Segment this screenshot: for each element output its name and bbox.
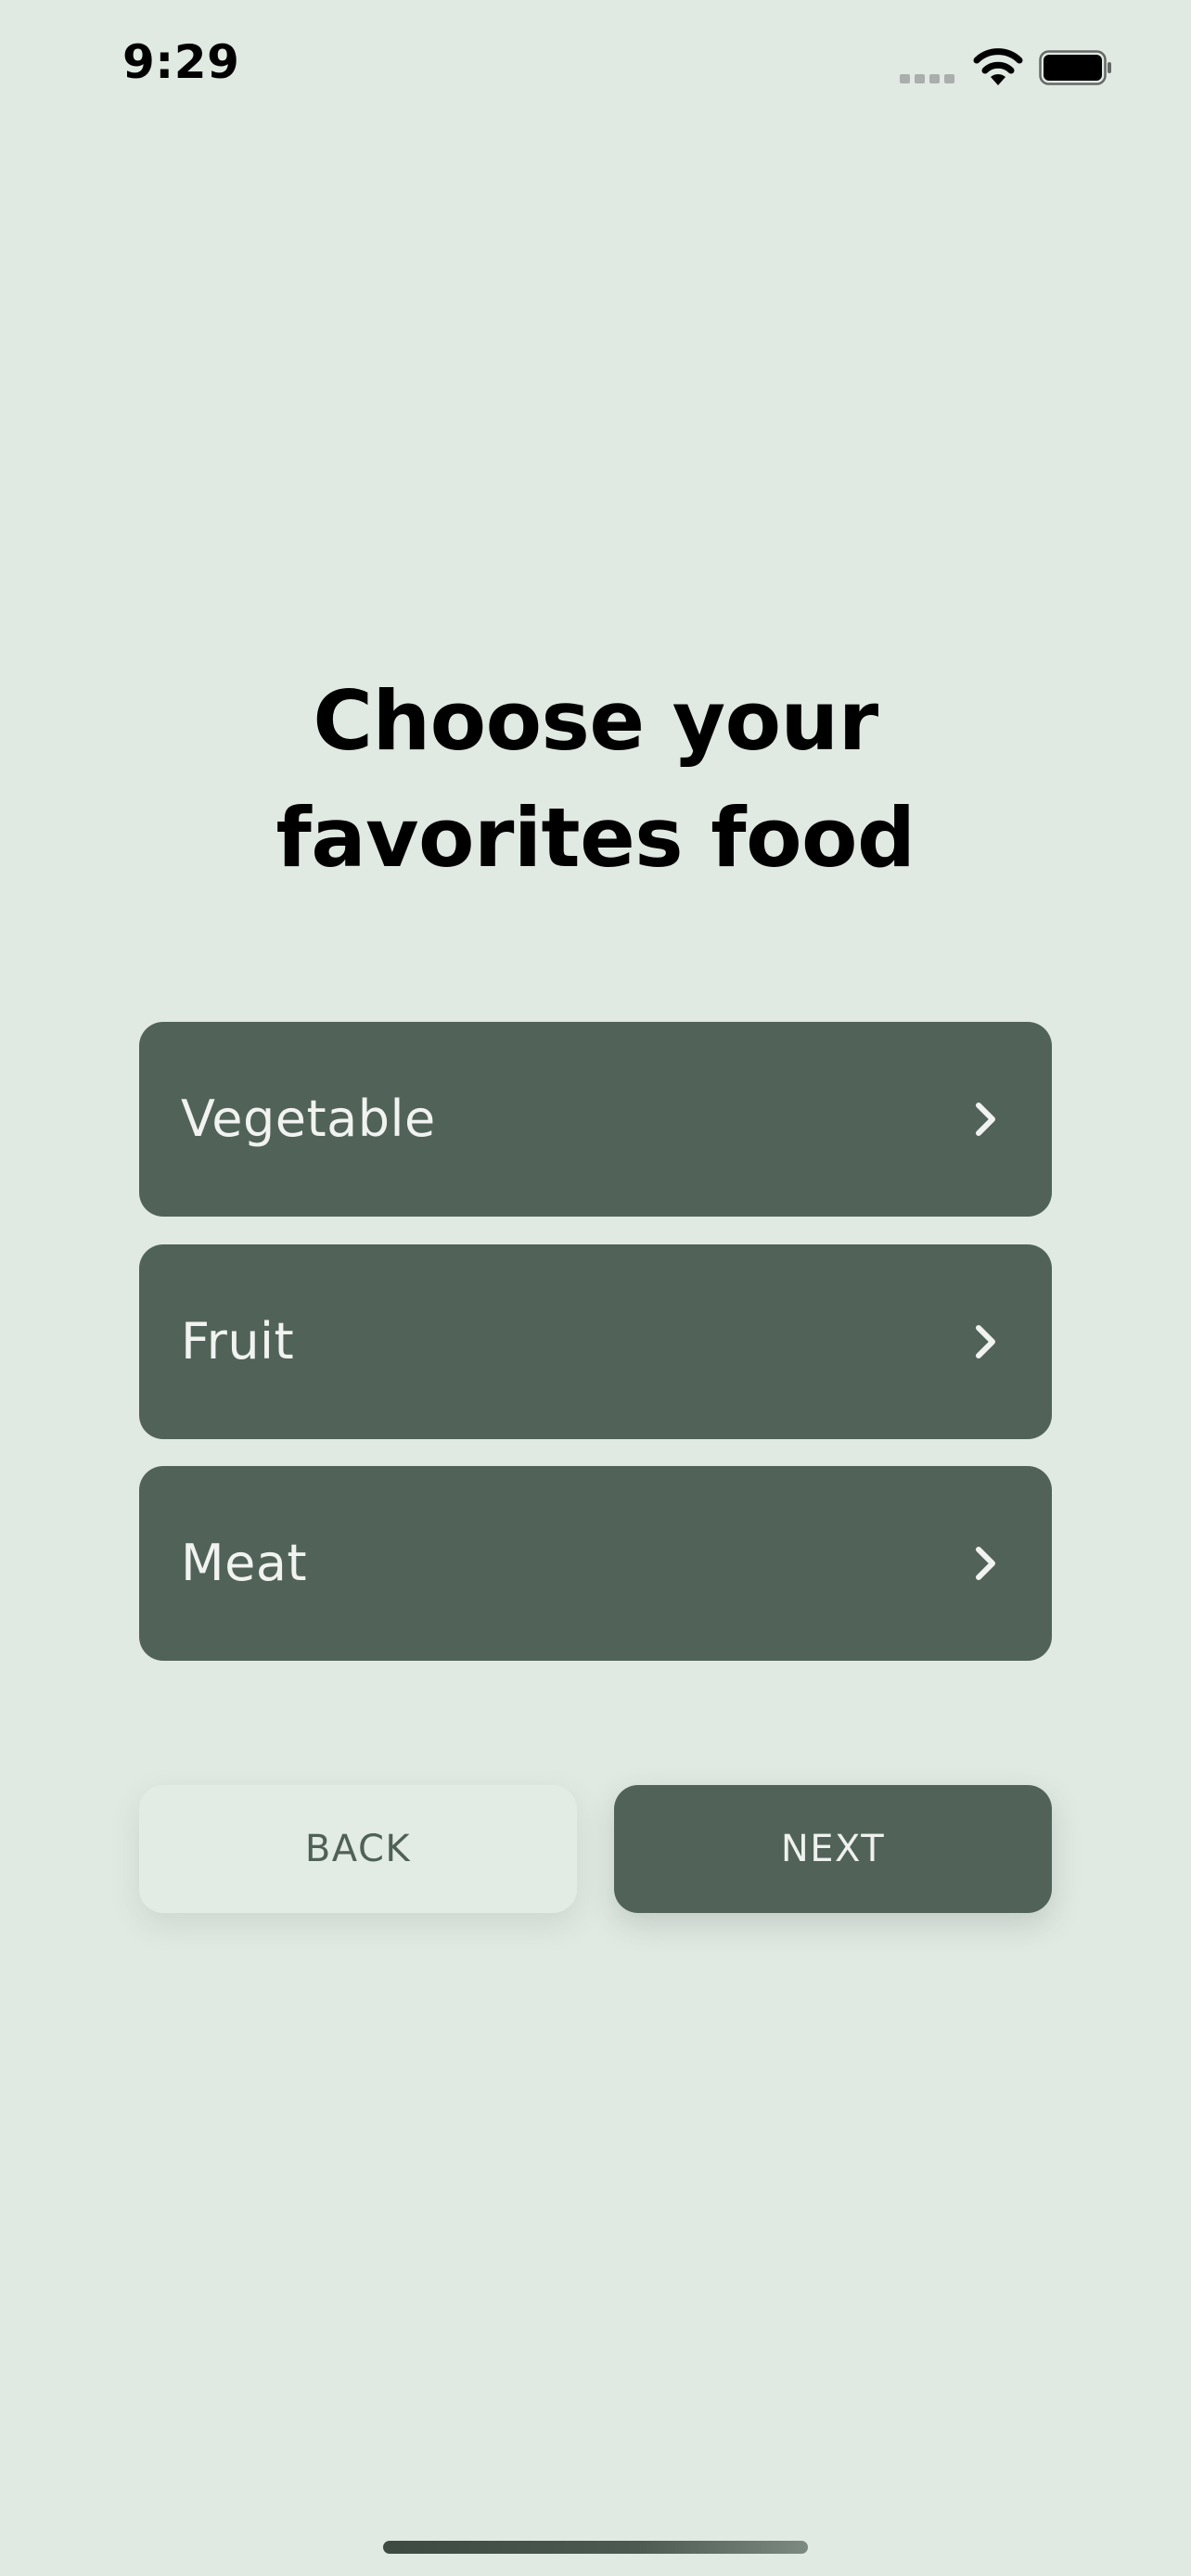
food-preference-screen: 9:29 Choose your favorites food Vegetabl… bbox=[0, 0, 1191, 2576]
option-label: Meat bbox=[181, 1534, 308, 1592]
option-vegetable[interactable]: Vegetable bbox=[139, 1022, 1052, 1217]
status-time: 9:29 bbox=[122, 35, 240, 89]
chevron-right-icon bbox=[976, 1325, 995, 1358]
chevron-right-icon bbox=[976, 1547, 995, 1580]
chevron-right-icon bbox=[976, 1103, 995, 1136]
wifi-icon bbox=[973, 48, 1023, 85]
cellular-signal-icon bbox=[900, 72, 955, 83]
next-button[interactable]: NEXT bbox=[614, 1785, 1052, 1913]
page-title-line-1: Choose your bbox=[313, 673, 878, 769]
home-indicator[interactable] bbox=[383, 2541, 808, 2554]
option-meat[interactable]: Meat bbox=[139, 1466, 1052, 1661]
page-title-line-2: favorites food bbox=[275, 790, 916, 886]
option-label: Vegetable bbox=[181, 1090, 436, 1148]
option-fruit[interactable]: Fruit bbox=[139, 1244, 1052, 1439]
page-title: Choose your favorites food bbox=[0, 663, 1191, 897]
battery-icon bbox=[1039, 50, 1111, 85]
option-label: Fruit bbox=[181, 1312, 295, 1371]
back-button[interactable]: BACK bbox=[139, 1785, 577, 1913]
